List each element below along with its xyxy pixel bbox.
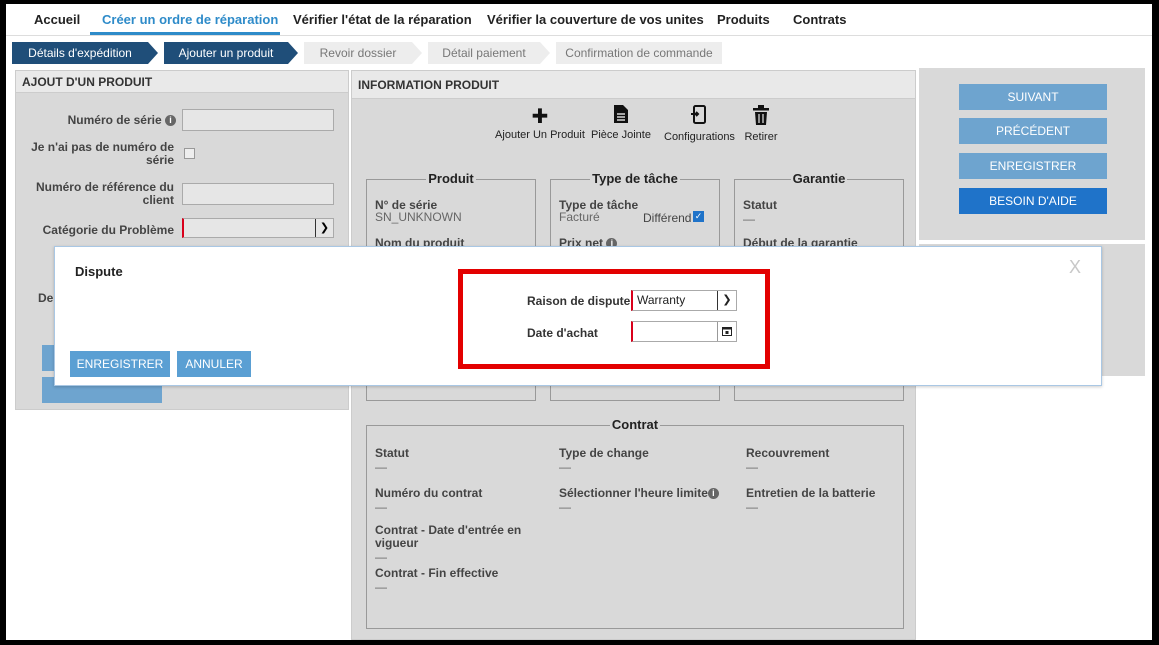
recouvrement-value: — [746,460,758,474]
top-navigation: Accueil Créer un ordre de réparation Vér… [6,4,1152,36]
step-confirmation: Confirmation de commande [556,42,722,64]
garantie-statut-value: — [743,212,755,226]
step-revoir-dossier: Revoir dossier [304,42,412,64]
serial-input[interactable] [182,109,334,131]
client-ref-input[interactable] [182,183,334,205]
panel-title: INFORMATION PRODUIT [352,71,915,99]
client-ref-label: Numéro de référence du client [35,180,174,207]
next-button[interactable]: SUIVANT [959,84,1107,110]
configurations-icon [664,105,734,131]
active-tab-indicator [90,32,280,35]
modal-cancel-button[interactable]: ANNULER [177,351,251,377]
add-product-label: Ajouter Un Produit [495,129,585,141]
info-icon: i [707,488,719,500]
configurations-tool[interactable]: Configurations [664,105,735,143]
numero-contrat-label: Numéro du contrat [375,486,483,500]
differend-label: Différend [643,211,692,225]
actions-panel: SUIVANT PRÉCÉDENT ENREGISTRER BESOIN D'A… [919,68,1145,240]
type-tache-value: Facturé [559,210,600,224]
nav-contrats[interactable]: Contrats [793,12,846,27]
garantie-statut-label: Statut [743,198,777,212]
numero-contrat-value: — [375,500,387,514]
close-icon[interactable]: X [1069,257,1081,278]
step-ajouter-produit[interactable]: Ajouter un produit [164,42,288,64]
contrat-statut-label: Statut [375,446,409,460]
contrat-group: Contrat Statut — Type de change — Recouv… [366,417,904,629]
problem-category-select[interactable]: ❯ [182,218,334,238]
step-progress: Détails d'expédition Ajouter un produit … [12,42,722,64]
panel-title: AJOUT D'UN PRODUIT [16,71,348,93]
nav-verifier-etat[interactable]: Vérifier l'état de la réparation [293,12,472,27]
produit-legend: Produit [367,171,535,186]
nav-verifier-couverture[interactable]: Vérifier la couverture de vos unites [487,12,704,27]
entretien-batterie-value: — [746,500,758,514]
date-entree-label: Contrat - Date d'entrée en vigueur [375,523,522,550]
remove-tool[interactable]: Retirer [738,105,784,143]
step-arrow [412,42,422,64]
problem-category-label: Catégorie du Problème [42,223,174,237]
configurations-label: Configurations [664,131,735,143]
remove-label: Retirer [744,131,778,143]
serial-label: Numéro de série i [56,113,176,127]
produit-legend-text: Produit [426,171,476,186]
modal-save-button[interactable]: ENREGISTRER [70,351,170,377]
step-details-expedition[interactable]: Détails d'expédition [12,42,148,64]
nav-accueil[interactable]: Accueil [34,12,80,27]
type-tache-legend: Type de tâche [551,171,719,186]
type-change-label: Type de change [559,446,649,460]
step-arrow [148,42,158,64]
contrat-legend-text: Contrat [609,417,661,432]
nav-creer-ordre[interactable]: Créer un ordre de réparation [102,12,278,27]
chevron-down-icon: ❯ [315,219,333,237]
step-detail-paiement: Détail paiement [428,42,540,64]
recouvrement-label: Recouvrement [746,446,830,460]
save-button[interactable]: ENREGISTRER [959,153,1107,179]
garantie-legend: Garantie [735,171,903,186]
contrat-legend: Contrat [367,417,903,432]
type-change-value: — [559,460,571,474]
serial-label-text: Numéro de série [67,113,162,127]
help-button[interactable]: BESOIN D'AIDE [959,188,1107,214]
entretien-batterie-label: Entretien de la batterie [746,486,876,500]
attachment-label: Pièce Jointe [591,129,651,141]
attachment-tool[interactable]: Pièce Jointe [590,105,652,141]
add-product-tool[interactable]: ✚ Ajouter Un Produit [492,105,588,141]
modal-title: Dispute [75,264,123,279]
document-icon [590,105,652,129]
info-icon: i [165,115,176,127]
serial-number-value: SN_UNKNOWN [375,210,462,224]
nav-produits[interactable]: Produits [717,12,770,27]
highlight-box [458,269,770,369]
type-tache-legend-text: Type de tâche [590,171,680,186]
step-arrow [288,42,298,64]
contrat-statut-value: — [375,460,387,474]
differend-checkbox[interactable]: ✓ [693,211,704,222]
no-serial-checkbox[interactable] [184,148,195,159]
step-arrow [540,42,550,64]
app-window: Accueil Créer un ordre de réparation Vér… [6,4,1152,640]
trash-icon [738,105,784,131]
fin-effective-label: Contrat - Fin effective [375,566,499,580]
heure-limite-label: Sélectionner l'heure limite i [559,486,719,500]
no-serial-label: Je n'ai pas de numéro de série [31,140,174,167]
fin-effective-value: — [375,580,387,594]
heure-limite-label-text: Sélectionner l'heure limite [559,486,708,500]
plus-icon: ✚ [531,106,549,128]
previous-button[interactable]: PRÉCÉDENT [959,118,1107,144]
date-entree-value: — [375,550,387,564]
garantie-legend-text: Garantie [790,171,848,186]
heure-limite-value: — [559,500,571,514]
